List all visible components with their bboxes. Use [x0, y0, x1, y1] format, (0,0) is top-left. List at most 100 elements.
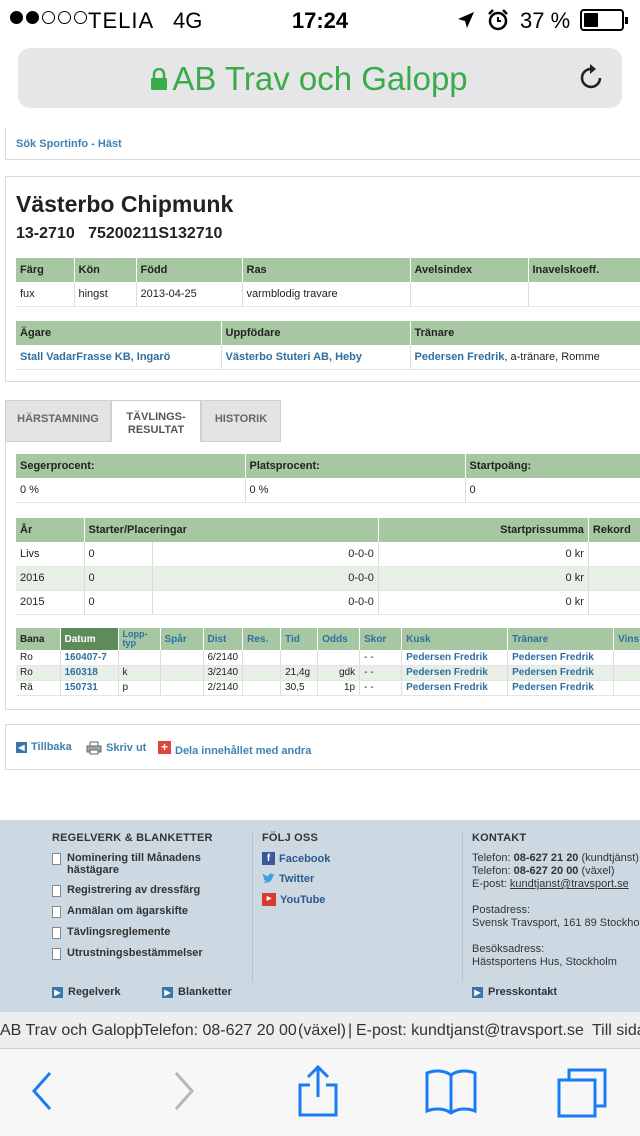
location-arrow-icon	[458, 12, 474, 28]
column-header[interactable]: Skor	[359, 628, 403, 650]
trainer-link[interactable]: Pedersen Fredrik	[507, 680, 615, 696]
driver-link[interactable]: Pedersen Fredrik	[401, 650, 509, 666]
regelverk-link[interactable]: ▶ Regelverk	[52, 986, 121, 998]
table-cell: 0	[84, 542, 153, 567]
breadcrumb-link[interactable]: Sök Sportinfo - Häst	[16, 138, 122, 150]
horse-name: Västerbo Chipmunk	[16, 191, 234, 217]
column-header: Starter/Placeringar	[84, 518, 379, 542]
footer-link[interactable]: Anmälan om ägarskifte	[52, 905, 242, 918]
table-cell: 2015	[16, 590, 85, 615]
footer-rules-column: REGELVERK & BLANKETTER Nominering till M…	[52, 832, 242, 968]
table-cell: 30,5	[280, 680, 319, 696]
share-icon[interactable]	[296, 1063, 340, 1119]
presskontakt-label: Presskontakt	[488, 986, 558, 998]
document-icon	[52, 927, 61, 939]
column-header[interactable]: Tränare	[507, 628, 615, 650]
label: (kundtjänst)	[578, 852, 639, 864]
owner-link[interactable]: Stall VadarFrasse KB, Ingarö	[16, 345, 222, 370]
battery-icon	[580, 9, 628, 31]
tab-harstamning[interactable]: HÄRSTAMNING	[5, 400, 111, 442]
twitter-icon	[262, 873, 275, 883]
breeder-link[interactable]: Västerbo Stuteri AB, Heby	[221, 345, 411, 370]
footbar-more-link[interactable]: Till sida	[592, 1022, 640, 1040]
table-cell	[588, 542, 640, 567]
table-cell	[613, 650, 640, 666]
race-date-link[interactable]: 150731	[60, 680, 119, 696]
table-cell: 2013-04-25	[136, 282, 243, 307]
footer-link[interactable]: Tävlingsreglemente	[52, 926, 242, 939]
owner-table: Ägare Uppfödare Tränare Stall VadarFrass…	[16, 321, 640, 370]
table-cell: 0	[84, 590, 153, 615]
tab-tavlingsresultat[interactable]: TÄVLINGS- RESULTAT	[111, 400, 201, 442]
column-header[interactable]: Kusk	[401, 628, 509, 650]
race-table: Bana Datum Lopp-typ Spår Dist Res. Tid O…	[16, 628, 640, 696]
column-header[interactable]: Dist	[203, 628, 244, 650]
footbar-phone-note: (växel)	[298, 1022, 347, 1039]
reload-icon[interactable]	[576, 62, 606, 92]
table-cell	[242, 680, 282, 696]
footer-social-column: FÖLJ OSS f Facebook Twitter ▶ YouTube	[262, 832, 452, 914]
column-header: Segerprocent:	[16, 454, 246, 478]
percent-table: Segerprocent: Platsprocent: Startpoäng: …	[16, 454, 640, 503]
facebook-label: Facebook	[279, 852, 331, 865]
column-header[interactable]: Res.	[242, 628, 282, 650]
site-footer: REGELVERK & BLANKETTER Nominering till M…	[0, 820, 640, 1012]
footer-link[interactable]: Utrustningsbestämmelser	[52, 947, 242, 960]
race-date-link[interactable]: 160407-7	[60, 650, 119, 666]
column-header[interactable]: Tid	[280, 628, 319, 650]
youtube-link[interactable]: ▶ YouTube	[262, 893, 452, 906]
race-date-link[interactable]: 160318	[60, 665, 119, 681]
tabs-icon[interactable]	[556, 1067, 610, 1119]
column-header[interactable]: Vins	[613, 628, 640, 650]
table-cell	[528, 282, 640, 307]
table-cell: Livs	[16, 542, 85, 567]
page-actions: ◀ Tillbaka Skriv ut + Dela innehållet me…	[5, 724, 640, 770]
trainer-link[interactable]: Pedersen Fredrik	[415, 351, 505, 363]
back-chevron-icon[interactable]	[28, 1069, 58, 1113]
facebook-link[interactable]: f Facebook	[262, 852, 452, 865]
column-header[interactable]: Odds	[317, 628, 361, 650]
table-cell	[160, 650, 204, 666]
table-cell: 6/2140	[203, 650, 244, 666]
bookmarks-icon[interactable]	[424, 1067, 478, 1117]
table-cell: 0 kr	[378, 566, 589, 591]
address-bar[interactable]: AB Trav och Galopp	[18, 48, 622, 108]
blanketter-link[interactable]: ▶ Blanketter	[162, 986, 232, 998]
trainer-link[interactable]: Pedersen Fredrik	[507, 665, 615, 681]
twitter-link[interactable]: Twitter	[262, 873, 452, 885]
driver-link[interactable]: Pedersen Fredrik	[401, 680, 509, 696]
print-link[interactable]: Skriv ut	[86, 741, 146, 755]
table-cell: 0-0-0	[152, 542, 379, 567]
footer-link[interactable]: Nominering till Månadens hästägare	[52, 852, 242, 876]
column-header[interactable]: Spår	[160, 628, 204, 650]
column-header-sorted[interactable]: Datum	[60, 628, 119, 650]
footer-link[interactable]: Registrering av dressfärg	[52, 884, 242, 897]
contact-phone-2: Telefon: 08-627 20 00 (växel)	[472, 865, 640, 878]
tab-historik[interactable]: HISTORIK	[201, 400, 281, 442]
back-link[interactable]: ◀ Tillbaka	[16, 741, 72, 753]
share-link[interactable]: + Dela innehållet med andra	[158, 737, 311, 757]
trainer-link[interactable]: Pedersen Fredrik	[507, 650, 615, 666]
label: E-post:	[472, 878, 510, 890]
presskontakt-link[interactable]: ▶ Presskontakt	[472, 986, 557, 998]
phone-number: 08-627 20 00	[513, 865, 579, 877]
document-icon	[52, 948, 61, 960]
driver-link[interactable]: Pedersen Fredrik	[401, 665, 509, 681]
footer-divider	[252, 832, 253, 982]
table-cell	[280, 650, 319, 666]
printer-icon	[86, 741, 102, 755]
column-header: Platsprocent:	[245, 454, 466, 478]
table-cell: Ro	[16, 665, 61, 681]
table-cell: 2016	[16, 566, 85, 591]
table-cell	[242, 665, 282, 681]
column-header[interactable]: Lopp-typ	[118, 628, 161, 650]
footer-link-label: Tävlingsreglemente	[67, 926, 171, 938]
label: Telefon:	[472, 865, 514, 877]
forward-chevron-icon[interactable]	[168, 1069, 198, 1113]
email-link[interactable]: kundtjanst@travsport.se	[510, 878, 629, 890]
table-row: 2015 0 0-0-0 0 kr	[16, 590, 640, 615]
column-header: Ras	[242, 258, 411, 282]
document-icon	[52, 853, 61, 865]
postal-address: Svensk Travsport, 161 89 Stockholm	[472, 917, 640, 929]
table-cell: 0	[465, 478, 640, 503]
